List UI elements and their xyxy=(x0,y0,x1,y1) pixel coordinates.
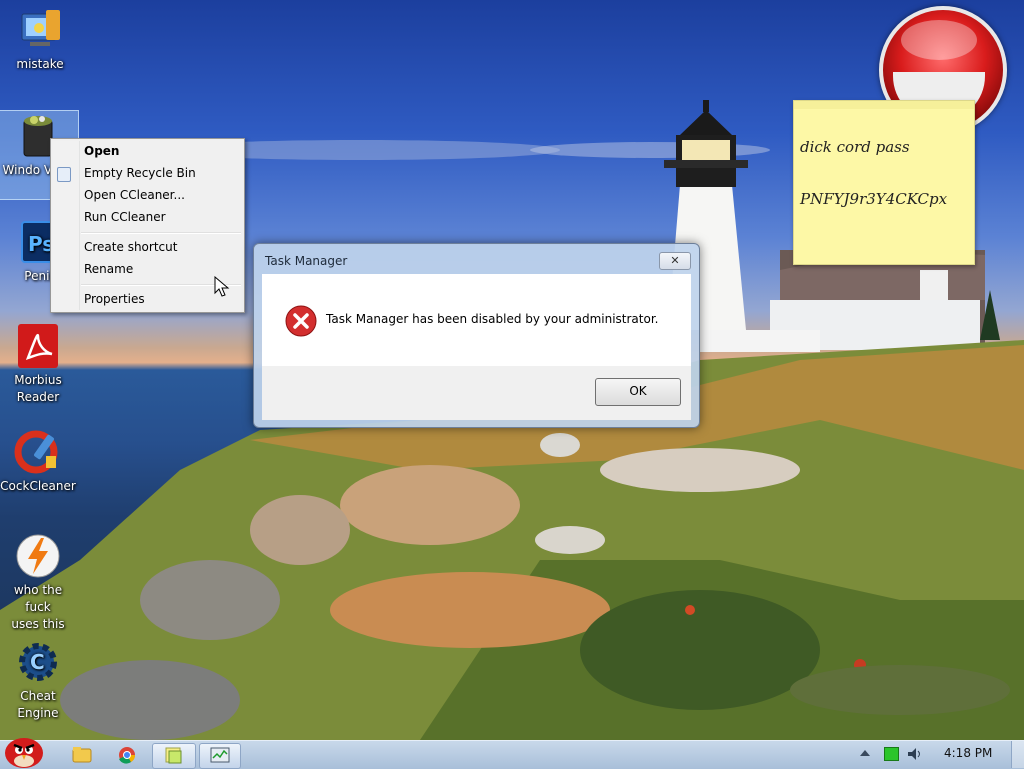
ok-button[interactable]: OK xyxy=(595,378,681,406)
menu-item-open[interactable]: Open xyxy=(84,141,119,161)
desktop-icon-label: CockCleaner xyxy=(0,479,76,493)
winamp-lightning-icon xyxy=(14,532,62,580)
menu-item-run-ccleaner[interactable]: Run CCleaner xyxy=(84,207,166,227)
angry-birds-start-icon xyxy=(5,738,43,768)
sticky-note-line-2: PNFYJ9r3Y4CKCpx xyxy=(800,190,948,208)
task-manager-dialog: Task Manager ✕ Task Manager has been dis… xyxy=(253,243,700,428)
volume-icon[interactable] xyxy=(906,746,922,762)
menu-item-rename[interactable]: Rename xyxy=(84,259,133,279)
explorer-folder-icon xyxy=(72,747,92,763)
cheat-engine-icon: C xyxy=(14,638,62,686)
desktop-icon-label: Morbius Reader xyxy=(14,373,62,404)
menu-item-open-ccleaner[interactable]: Open CCleaner... xyxy=(84,185,185,205)
dialog-body: Task Manager has been disabled by your a… xyxy=(262,274,691,366)
menu-item-properties[interactable]: Properties xyxy=(84,289,145,309)
dialog-title: Task Manager xyxy=(265,254,348,268)
show-desktop-button[interactable] xyxy=(1011,741,1024,768)
dialog-footer: OK xyxy=(262,366,691,420)
mouse-cursor-icon xyxy=(214,276,230,297)
recycle-bin-menu-icon xyxy=(57,167,71,182)
sticky-note-toolbar xyxy=(794,101,974,109)
desktop-background: mistake Windo Vista Ps Penis Morbius Rea… xyxy=(0,0,1024,740)
start-button[interactable] xyxy=(2,733,48,769)
menu-item-empty-recycle-bin[interactable]: Empty Recycle Bin xyxy=(84,163,196,183)
dialog-close-button[interactable]: ✕ xyxy=(659,252,691,270)
desktop-icon-label: Cheat Engine xyxy=(17,689,59,720)
gadget-highlight xyxy=(901,20,977,60)
show-hidden-icons-icon[interactable] xyxy=(860,750,870,756)
desktop-icon-winamp[interactable]: who the fuck uses this xyxy=(0,532,76,633)
taskbar-explorer[interactable] xyxy=(64,743,98,767)
desktop-icon-label: who the fuck uses this xyxy=(11,583,65,631)
desktop-icon-cheat-engine[interactable]: C Cheat Engine xyxy=(0,638,76,722)
menu-separator xyxy=(81,232,241,234)
taskbar: 4:18 PM xyxy=(0,738,1024,769)
sticky-note-line-1: dick cord pass xyxy=(800,138,910,156)
sticky-note[interactable]: dick cord pass PNFYJ9r3Y4CKCpx xyxy=(793,100,975,265)
monitor-folder-icon xyxy=(16,6,64,54)
chrome-icon xyxy=(119,747,136,764)
taskbar-task-manager[interactable] xyxy=(199,743,241,769)
clock-time[interactable]: 4:18 PM xyxy=(944,746,992,760)
sticky-notes-icon xyxy=(165,747,182,764)
pdf-reader-icon xyxy=(14,322,62,370)
error-icon xyxy=(285,305,317,337)
desktop-icon-label: mistake xyxy=(16,57,64,71)
action-center-icon[interactable] xyxy=(884,747,899,761)
desktop-icon-mistake[interactable]: mistake xyxy=(2,6,78,73)
taskbar-chrome[interactable] xyxy=(108,743,146,767)
desktop-icon-ccleaner[interactable]: CockCleaner xyxy=(0,428,76,495)
taskbar-sticky-notes[interactable] xyxy=(152,743,196,769)
menu-item-create-shortcut[interactable]: Create shortcut xyxy=(84,237,177,257)
desktop-icon-morbius-reader[interactable]: Morbius Reader xyxy=(0,322,76,406)
svg-text:C: C xyxy=(30,650,45,674)
task-manager-icon xyxy=(210,747,230,763)
ccleaner-icon xyxy=(14,428,62,476)
dialog-message: Task Manager has been disabled by your a… xyxy=(326,312,659,326)
